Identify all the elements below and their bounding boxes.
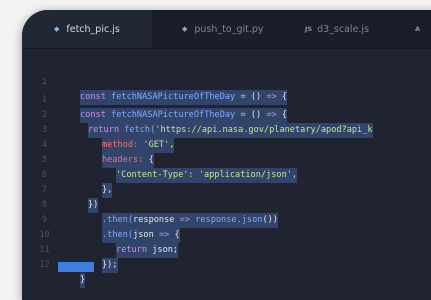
code-text: }); xyxy=(102,258,118,273)
editor-window: ◆ fetch_pic.js ◆ push_to_git.py JS d3_sc… xyxy=(22,10,431,300)
code-line: 6 }, xyxy=(22,153,431,198)
tab-label: fetch_pic.js xyxy=(66,23,120,35)
code-line: 7 }) xyxy=(22,168,431,213)
tab-overflow[interactable]: A xyxy=(415,10,425,48)
code-line: 9 .then(json => { xyxy=(22,198,431,243)
code-line: 2 return fetch('https://api.nasa.gov/pla… xyxy=(22,93,431,138)
code-line: 4 headers: { xyxy=(22,123,431,168)
diamond-icon: ◆ xyxy=(182,25,188,33)
code-line: 1 const fetchNASAPictureOfTheDay = () =>… xyxy=(22,60,431,105)
code-line: 1 const fetchNASAPictureOfTheDay = () =>… xyxy=(22,78,431,123)
tab-push-to-git[interactable]: ◆ push_to_git.py xyxy=(182,10,264,48)
code-line: 8 .then(response => response.json()) xyxy=(22,183,431,228)
js-icon: JS xyxy=(305,25,313,33)
tab-fetch-pic[interactable]: ◆ fetch_pic.js xyxy=(22,10,152,48)
tab-icon: A xyxy=(415,25,421,33)
code-line: 10 return json; xyxy=(22,213,431,258)
code-line: 3 method: 'GET', xyxy=(22,108,431,153)
code-line: 12 } xyxy=(22,243,431,288)
code-line: 11 }); xyxy=(22,228,431,273)
code-text: } xyxy=(80,273,86,288)
tab-d3-scale[interactable]: JS d3_scale.js xyxy=(305,10,369,48)
tab-label: push_to_git.py xyxy=(194,23,264,35)
diamond-icon: ◆ xyxy=(54,25,60,33)
cursor-badge xyxy=(58,262,94,272)
tab-bar: ◆ fetch_pic.js ◆ push_to_git.py JS d3_sc… xyxy=(22,10,431,49)
code-line: 5 'Content-Type': 'application/json', xyxy=(22,138,431,183)
tab-label: d3_scale.js xyxy=(317,23,370,35)
